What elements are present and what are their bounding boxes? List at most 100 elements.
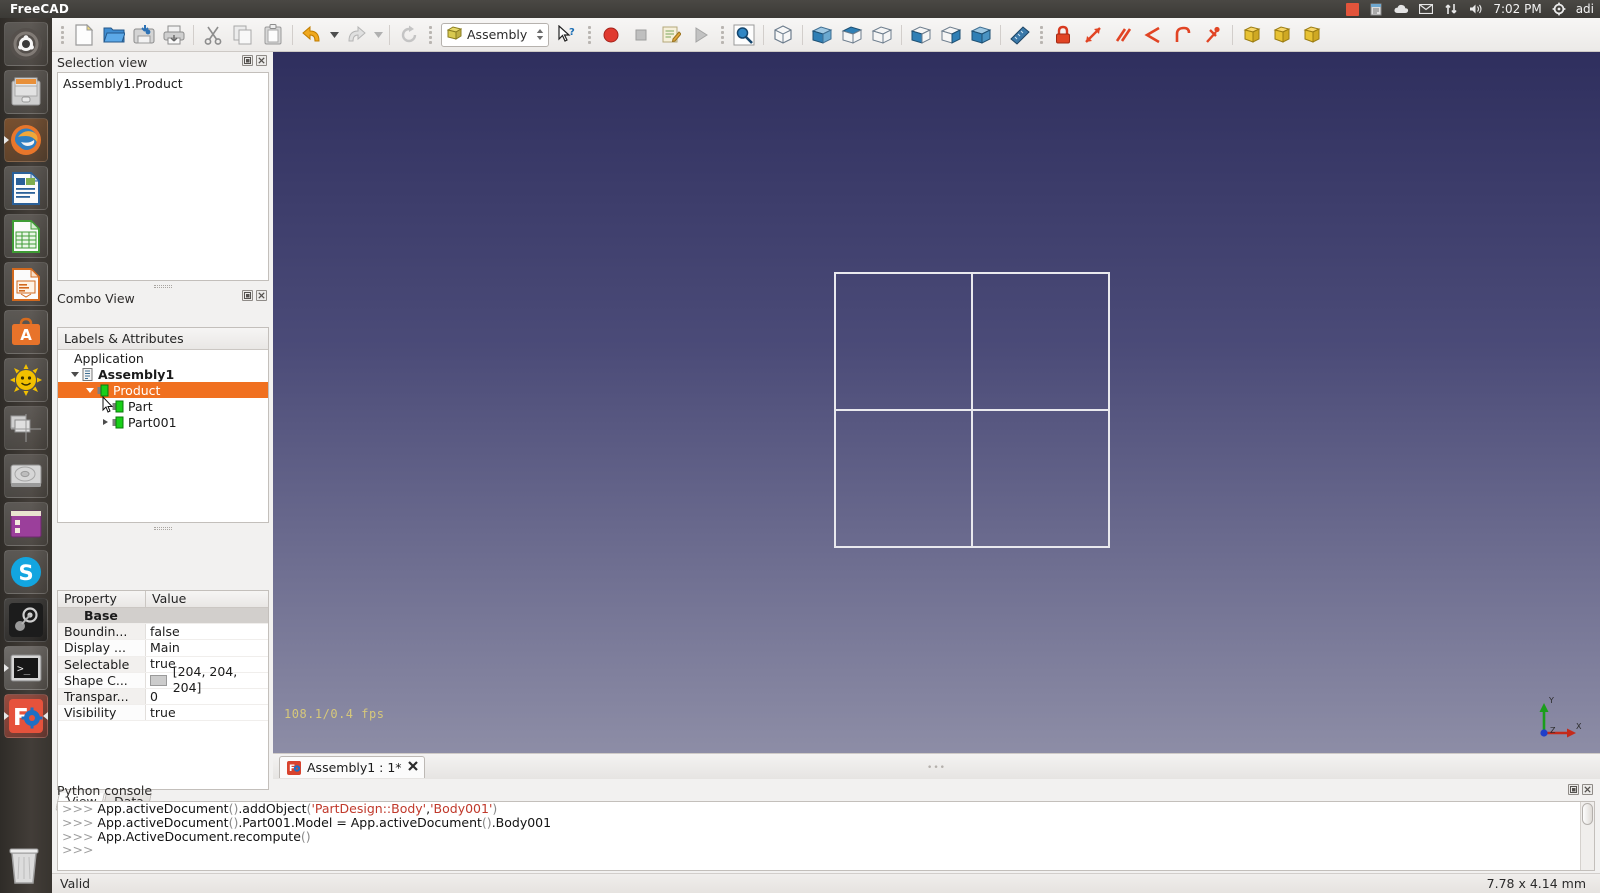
toolbar-grip[interactable]	[58, 25, 67, 45]
table-row[interactable]: Transpar... 0	[58, 689, 268, 706]
part-box3-icon[interactable]	[1297, 21, 1327, 49]
table-row[interactable]: Boundin... false	[58, 624, 268, 641]
macro-edit-icon[interactable]	[656, 21, 686, 49]
whats-this-icon[interactable]: ?	[553, 21, 583, 49]
chevron-down-icon[interactable]	[84, 387, 96, 393]
constraint-distance-icon[interactable]	[1078, 21, 1108, 49]
username[interactable]: adi	[1576, 2, 1594, 16]
constraint-angle-icon[interactable]	[1138, 21, 1168, 49]
launcher-item-workspace-switcher[interactable]	[4, 406, 48, 450]
launcher-item-app-purple[interactable]	[4, 502, 48, 546]
close-icon[interactable]	[407, 761, 418, 774]
constraint-lock-icon[interactable]	[1048, 21, 1078, 49]
gear-icon[interactable]	[1551, 2, 1567, 16]
model-tree[interactable]: Labels & Attributes Application Assembly…	[57, 327, 269, 523]
open-folder-icon[interactable]	[99, 21, 129, 49]
redo-dropdown-icon[interactable]	[371, 21, 385, 49]
launcher-item-ubuntu-dash[interactable]	[4, 22, 48, 66]
axonometric-icon[interactable]	[768, 21, 798, 49]
clock[interactable]: 7:02 PM	[1493, 2, 1541, 16]
right-view-icon[interactable]	[867, 21, 897, 49]
wireframe-model[interactable]	[834, 272, 1110, 548]
dock-drag-handle[interactable]: •••	[927, 763, 946, 773]
selection-view-list[interactable]: Assembly1.Product	[57, 72, 269, 281]
constraint-axial-icon[interactable]	[1198, 21, 1228, 49]
launcher-item-files[interactable]	[4, 70, 48, 114]
property-grid[interactable]: Property Value Base Boundin... false Dis…	[57, 590, 269, 790]
front-view-icon[interactable]	[807, 21, 837, 49]
workbench-spinner-icon[interactable]	[536, 28, 544, 41]
network-updown-icon[interactable]	[1443, 2, 1459, 16]
launcher-item-writer[interactable]	[4, 166, 48, 210]
macro-execute-icon[interactable]	[686, 21, 716, 49]
3d-viewport[interactable]: 108.1/0.4 fps Y X Z	[273, 52, 1600, 753]
toolbar-grip[interactable]	[426, 25, 435, 45]
toolbar-grip[interactable]	[718, 25, 727, 45]
chevron-right-icon[interactable]	[99, 419, 111, 425]
table-row[interactable]: Display ... Main	[58, 640, 268, 657]
property-value[interactable]: true	[146, 705, 268, 720]
left-view-icon[interactable]	[966, 21, 996, 49]
top-view-icon[interactable]	[837, 21, 867, 49]
python-console-output[interactable]: >>> App.activeDocument().addObject('Part…	[57, 801, 1595, 871]
tree-item-application[interactable]: Application	[58, 350, 268, 366]
python-console-scrollbar[interactable]	[1580, 802, 1594, 870]
close-icon[interactable]	[1582, 784, 1593, 795]
workbench-selector[interactable]: Assembly	[441, 22, 549, 47]
property-value[interactable]: Main	[146, 640, 268, 655]
property-value[interactable]: 0	[146, 689, 268, 704]
part-box-icon[interactable]	[1237, 21, 1267, 49]
rear-view-icon[interactable]	[906, 21, 936, 49]
launcher-item-freecad[interactable]: F	[4, 694, 48, 738]
launcher-item-trash[interactable]	[4, 843, 48, 887]
tree-item-part001[interactable]: Part001	[58, 414, 268, 430]
part-box2-icon[interactable]	[1267, 21, 1297, 49]
paste-icon[interactable]	[258, 21, 288, 49]
launcher-item-amazon[interactable]	[4, 358, 48, 402]
launcher-item-impress[interactable]	[4, 262, 48, 306]
new-file-icon[interactable]	[69, 21, 99, 49]
table-row[interactable]: Visibility true	[58, 705, 268, 722]
copy-icon[interactable]	[228, 21, 258, 49]
launcher-item-disk[interactable]	[4, 454, 48, 498]
constraint-parallel-icon[interactable]	[1108, 21, 1138, 49]
refresh-icon[interactable]	[394, 21, 424, 49]
redo-icon[interactable]	[341, 21, 371, 49]
table-row[interactable]: Shape C... [204, 204, 204]	[58, 664, 268, 695]
bottom-view-icon[interactable]	[936, 21, 966, 49]
document-tab[interactable]: F Assembly1 : 1*	[279, 756, 425, 778]
launcher-item-steam[interactable]	[4, 598, 48, 642]
float-icon[interactable]	[242, 290, 253, 301]
launcher-item-calc[interactable]	[4, 214, 48, 258]
tree-item-product[interactable]: Product	[58, 382, 268, 398]
selection-list-item[interactable]: Assembly1.Product	[58, 73, 268, 94]
measure-icon[interactable]	[1005, 21, 1035, 49]
launcher-item-software-center[interactable]: A	[4, 310, 48, 354]
property-value[interactable]: false	[146, 624, 268, 639]
combo-splitter[interactable]	[57, 525, 269, 531]
toolbar-grip[interactable]	[585, 25, 594, 45]
launcher-item-terminal[interactable]: >_	[4, 646, 48, 690]
close-icon[interactable]	[256, 290, 267, 301]
mail-icon[interactable]	[1418, 2, 1434, 16]
property-value-color[interactable]: [204, 204, 204]	[146, 664, 268, 695]
volume-icon[interactable]	[1468, 2, 1484, 16]
cloud-icon[interactable]	[1393, 2, 1409, 16]
chevron-down-icon[interactable]	[69, 371, 81, 377]
float-icon[interactable]	[242, 55, 253, 66]
float-icon[interactable]	[1568, 784, 1579, 795]
tree-item-part[interactable]: Part	[58, 398, 268, 414]
print-icon[interactable]	[159, 21, 189, 49]
color-swatch[interactable]	[150, 674, 167, 686]
zoom-fit-icon[interactable]	[729, 21, 759, 49]
launcher-item-skype[interactable]: S	[4, 550, 48, 594]
notes-icon[interactable]	[1368, 2, 1384, 16]
save-icon[interactable]	[129, 21, 159, 49]
macro-stop-icon[interactable]	[626, 21, 656, 49]
constraint-arc-icon[interactable]	[1168, 21, 1198, 49]
scrollbar-thumb[interactable]	[1582, 803, 1593, 825]
tree-item-assembly1[interactable]: Assembly1	[58, 366, 268, 382]
close-icon[interactable]	[256, 55, 267, 66]
undo-dropdown-icon[interactable]	[327, 21, 341, 49]
record-indicator-icon[interactable]	[1346, 2, 1360, 16]
